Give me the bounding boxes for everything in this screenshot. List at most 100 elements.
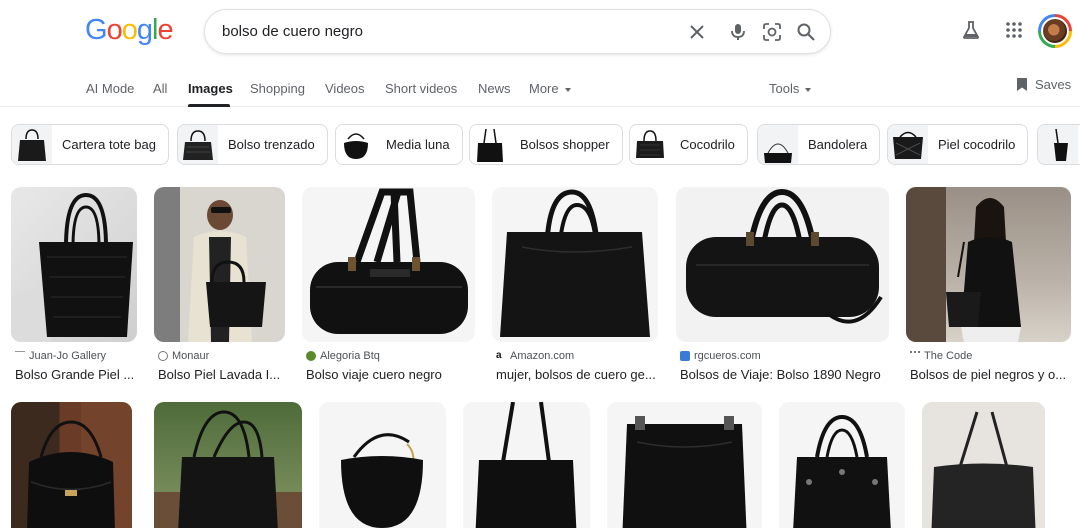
image-result[interactable] <box>922 402 1045 528</box>
image-result[interactable] <box>607 402 762 528</box>
result-image[interactable] <box>906 187 1071 342</box>
chip-overflow[interactable] <box>1037 124 1080 165</box>
result-source[interactable]: a Amazon.com <box>496 350 574 362</box>
chip-label: Media luna <box>386 137 450 152</box>
search-tabs: AI Mode All Images Shopping Videos Short… <box>0 64 1080 107</box>
image-result[interactable]: rgcueros.com Bolsos de Viaje: Bolso 1890… <box>676 187 889 387</box>
chevron-down-icon <box>564 87 571 92</box>
chip-label: Bolso trenzado <box>228 137 315 152</box>
source-name: Amazon.com <box>510 350 575 362</box>
favicon-icon <box>306 351 316 361</box>
source-name: Monaur <box>172 350 210 362</box>
favicon-icon <box>15 351 25 361</box>
result-image[interactable] <box>11 402 132 528</box>
image-result[interactable]: Alegoria Btq Bolso viaje cuero negro <box>302 187 475 387</box>
result-image[interactable] <box>922 402 1045 528</box>
chip-piel-cocodrilo[interactable]: Piel cocodrilo <box>887 124 1029 165</box>
image-result[interactable] <box>779 402 905 528</box>
tab-shopping[interactable]: Shopping <box>250 81 305 96</box>
chip-cocodrilo[interactable]: Cocodrilo <box>629 124 748 165</box>
tools-label: Tools <box>769 81 800 96</box>
saves-label: Saves <box>1035 77 1072 92</box>
chip-bandolera[interactable]: Bandolera <box>757 124 881 165</box>
image-result[interactable]: a Amazon.com mujer, bolsos de cuero ge... <box>492 187 658 387</box>
result-source[interactable]: rgcueros.com <box>680 350 761 362</box>
result-image[interactable] <box>154 187 285 342</box>
tab-all[interactable]: All <box>153 81 167 96</box>
tab-short-videos[interactable]: Short videos <box>385 81 457 96</box>
result-image[interactable] <box>154 402 302 528</box>
active-tab-indicator <box>188 104 230 107</box>
result-source[interactable]: Alegoria Btq <box>306 350 380 362</box>
chip-thumbnail <box>630 125 670 164</box>
bookmark-icon <box>1017 78 1027 91</box>
chip-label: Cartera tote bag <box>62 137 156 152</box>
result-image[interactable] <box>492 187 658 342</box>
chip-label: Piel cocodrilo <box>938 137 1016 152</box>
result-image[interactable] <box>607 402 762 528</box>
favicon-icon <box>910 351 920 361</box>
source-name: Alegoria Btq <box>320 350 380 362</box>
labs-flask-icon[interactable] <box>959 18 983 42</box>
image-result[interactable] <box>11 402 132 528</box>
chip-thumbnail <box>12 125 52 164</box>
tab-news[interactable]: News <box>478 81 511 96</box>
chip-thumbnail <box>1038 125 1078 164</box>
result-source[interactable]: The Code <box>910 350 972 362</box>
chip-cartera-tote-bag[interactable]: Cartera tote bag <box>11 124 169 165</box>
result-image[interactable] <box>11 187 137 342</box>
header: Google bolso de cuero negro <box>0 0 1080 64</box>
result-title[interactable]: mujer, bolsos de cuero ge... <box>496 367 658 382</box>
result-title[interactable]: Bolso viaje cuero negro <box>306 367 476 382</box>
image-result[interactable]: Monaur Bolso Piel Lavada I... <box>154 187 285 387</box>
source-name: The Code <box>924 350 973 362</box>
saves-button[interactable]: Saves <box>1016 77 1071 92</box>
chip-thumbnail <box>888 125 928 164</box>
camera-lens-icon[interactable] <box>760 20 784 44</box>
chip-label: Bandolera <box>808 137 868 152</box>
amazon-icon: a <box>496 350 502 361</box>
image-result[interactable]: Juan-Jo Gallery Bolso Grande Piel ... <box>11 187 137 387</box>
result-image[interactable] <box>676 187 889 342</box>
microphone-icon[interactable] <box>726 20 750 44</box>
result-image[interactable] <box>463 402 590 528</box>
result-source[interactable]: Juan-Jo Gallery <box>15 350 106 362</box>
image-result[interactable] <box>154 402 302 528</box>
tab-ai-mode[interactable]: AI Mode <box>86 81 134 96</box>
result-title[interactable]: Bolsos de Viaje: Bolso 1890 Negro <box>680 367 890 382</box>
apps-grid-icon[interactable] <box>1002 18 1026 42</box>
search-box[interactable]: bolso de cuero negro <box>204 9 831 54</box>
search-icon[interactable] <box>794 20 818 44</box>
chevron-down-icon <box>805 87 812 92</box>
account-avatar[interactable] <box>1038 14 1072 48</box>
favicon-icon <box>680 351 690 361</box>
search-input[interactable]: bolso de cuero negro <box>222 23 363 40</box>
result-image[interactable] <box>779 402 905 528</box>
clear-icon[interactable] <box>685 20 709 44</box>
google-logo[interactable]: Google <box>85 14 174 47</box>
tab-videos[interactable]: Videos <box>325 81 365 96</box>
chip-thumbnail <box>758 125 798 164</box>
result-title[interactable]: Bolso Grande Piel ... <box>15 367 139 382</box>
result-image[interactable] <box>319 402 446 528</box>
image-result[interactable] <box>463 402 590 528</box>
tab-more[interactable]: More <box>529 81 571 96</box>
source-name: Juan-Jo Gallery <box>29 350 107 362</box>
chip-label: Bolsos shopper <box>520 137 610 152</box>
image-result[interactable]: The Code Bolsos de piel negros y o... <box>906 187 1071 387</box>
tools-button[interactable]: Tools <box>769 81 812 96</box>
favicon-icon <box>158 351 168 361</box>
result-image[interactable] <box>302 187 475 342</box>
image-result[interactable] <box>319 402 446 528</box>
source-name: rgcueros.com <box>694 350 761 362</box>
result-title[interactable]: Bolso Piel Lavada I... <box>158 367 286 382</box>
chip-bolsos-shopper[interactable]: Bolsos shopper <box>469 124 623 165</box>
result-source[interactable]: Monaur <box>158 350 209 362</box>
chip-bolso-trenzado[interactable]: Bolso trenzado <box>177 124 328 165</box>
result-title[interactable]: Bolsos de piel negros y o... <box>910 367 1072 382</box>
tab-more-label: More <box>529 81 559 96</box>
chip-thumbnail <box>470 125 510 164</box>
chip-thumbnail <box>178 125 218 164</box>
tab-images[interactable]: Images <box>188 81 233 96</box>
chip-media-luna[interactable]: Media luna <box>335 124 463 165</box>
